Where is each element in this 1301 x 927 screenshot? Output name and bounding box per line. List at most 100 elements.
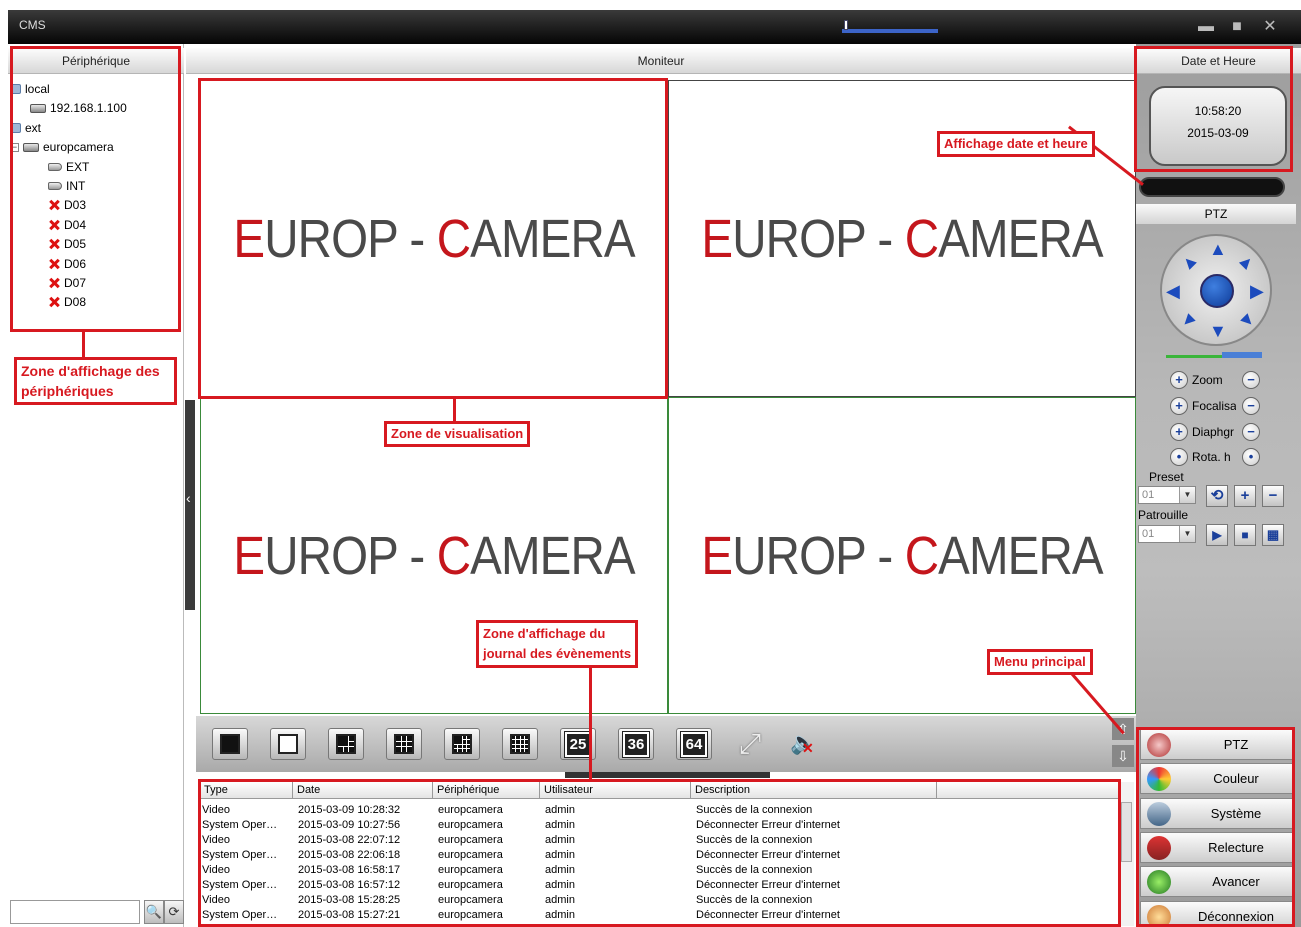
ptz-speed-slider[interactable] — [1166, 352, 1262, 358]
device-tree-item[interactable]: D05 — [48, 235, 86, 253]
device-tree-item[interactable]: D07 — [48, 274, 86, 292]
menu-systme-button[interactable]: Système — [1140, 797, 1295, 829]
menu-avancer-button[interactable]: Avancer — [1140, 866, 1295, 898]
dvr-icon — [23, 142, 39, 152]
scroll-down-icon[interactable]: ⇩ — [1112, 745, 1134, 767]
layout-6-button[interactable] — [328, 728, 364, 760]
collapse-icon[interactable]: ‹ — [186, 490, 191, 506]
device-tree-item[interactable]: − europcamera — [10, 138, 114, 156]
video-pane-2[interactable]: EUROP - CAMERA — [668, 80, 1136, 397]
volume-slider-handle[interactable] — [844, 20, 848, 30]
preset-add-icon[interactable]: + — [1234, 485, 1256, 507]
device-tree-item[interactable]: D03 — [48, 196, 86, 214]
rotation-left-icon[interactable]: • — [1170, 448, 1188, 466]
video-pane-1[interactable]: EUROP - CAMERA — [200, 80, 668, 397]
log-splitter[interactable] — [565, 772, 770, 778]
event-log-row[interactable]: Video 2015-03-08 22:07:12 europcamera admin… — [200, 833, 1118, 848]
zoom-out-icon[interactable]: − — [1242, 371, 1260, 389]
focus-in-icon[interactable]: + — [1170, 397, 1188, 415]
device-tree-item[interactable]: D08 — [48, 293, 86, 311]
ptz-up-icon[interactable]: ▲ — [1209, 240, 1227, 258]
device-tree-item[interactable]: EXT — [48, 158, 89, 176]
iris-open-icon[interactable]: + — [1170, 423, 1188, 441]
col-user[interactable]: Utilisateur — [539, 782, 593, 799]
logo-text-2: AMERA — [470, 525, 635, 586]
event-log-row[interactable]: System Oper… 2015-03-08 22:06:18 europcame… — [200, 848, 1118, 863]
maximize-icon[interactable]: ■ — [1226, 16, 1248, 38]
mute-icon[interactable]: 🔈 ✕ — [790, 730, 817, 756]
ptz-left-icon[interactable]: ◀ — [1166, 282, 1180, 300]
col-description[interactable]: Description — [690, 782, 750, 799]
patrol-select[interactable]: 01 ▼ — [1138, 525, 1196, 543]
col-type[interactable]: Type — [200, 782, 228, 799]
device-tree-item[interactable]: D04 — [48, 216, 86, 234]
ptz-down-left-icon[interactable]: ▼ — [1176, 307, 1203, 334]
rotation-right-icon[interactable]: • — [1242, 448, 1260, 466]
focus-out-icon[interactable]: − — [1242, 397, 1260, 415]
device-tree-item[interactable]: D06 — [48, 255, 86, 273]
collapse-tree-icon[interactable]: − — [10, 142, 19, 152]
minimize-icon[interactable]: ▬ — [1195, 16, 1217, 38]
col-extra — [936, 782, 941, 799]
ptz-up-right-icon[interactable]: ▲ — [1234, 249, 1261, 276]
event-log-row[interactable]: Video 2015-03-08 15:28:25 europcamera admin… — [200, 893, 1118, 908]
layout-36-button[interactable]: 36 — [618, 728, 654, 760]
device-tree-label: D08 — [64, 295, 87, 310]
patrol-grid-icon[interactable]: ▦ — [1262, 524, 1284, 546]
col-device[interactable]: Périphérique — [432, 782, 499, 799]
ptz-right-icon[interactable]: ▶ — [1250, 282, 1264, 300]
event-log-cell: 2015-03-08 15:28:25 — [298, 894, 401, 906]
ptz-down-icon[interactable]: ▼ — [1209, 322, 1227, 340]
ptz-icon — [1147, 733, 1171, 757]
rotation-label: Rota. h — [1192, 450, 1231, 464]
menu-dconnexion-button[interactable]: Déconnexion — [1140, 900, 1295, 927]
menu-couleur-button[interactable]: Couleur — [1140, 763, 1295, 795]
patrol-play-icon[interactable]: ▶ — [1206, 524, 1228, 546]
event-log-row[interactable]: System Oper… 2015-03-09 10:27:56 europcame… — [200, 818, 1118, 833]
iris-close-icon[interactable]: − — [1242, 423, 1260, 441]
close-icon[interactable]: ✕ — [1259, 16, 1281, 38]
event-log-cell: admin — [545, 864, 575, 876]
refresh-icon[interactable]: ⟳ — [164, 900, 184, 924]
preset-select[interactable]: 01 ▼ — [1138, 486, 1196, 504]
col-date[interactable]: Date — [292, 782, 320, 799]
search-icon[interactable]: 🔍 — [144, 900, 164, 924]
fullscreen-icon[interactable]: ⤢ — [732, 728, 768, 760]
device-tree-item[interactable]: ext — [10, 119, 41, 137]
event-log-row[interactable]: Video 2015-03-09 10:28:32 europcamera admin… — [200, 803, 1118, 818]
volume-slider[interactable] — [842, 25, 938, 33]
preset-remove-icon[interactable]: − — [1262, 485, 1284, 507]
ptz-direction-pad[interactable]: ▲ ▼ ◀ ▶ ▲ ▲ ▼ ▼ — [1160, 234, 1272, 346]
layout-1-button[interactable] — [212, 728, 248, 760]
device-tree-item[interactable]: INT — [48, 177, 85, 195]
menu-ptz-button[interactable]: PTZ — [1140, 729, 1295, 760]
ptz-header: PTZ — [1136, 204, 1296, 224]
layout-64-button[interactable]: 64 — [676, 728, 712, 760]
ptz-down-right-icon[interactable]: ▼ — [1234, 307, 1261, 334]
menu-relecture-button[interactable]: Relecture — [1140, 831, 1295, 863]
device-tree-item[interactable]: local — [10, 80, 50, 98]
ptz-up-left-icon[interactable]: ▲ — [1176, 249, 1203, 276]
event-log-row[interactable]: System Oper… 2015-03-08 15:27:21 europcame… — [200, 908, 1118, 923]
patrol-stop-icon[interactable]: ■ — [1234, 524, 1256, 546]
camera-offline-icon — [48, 199, 60, 211]
layout-16-button[interactable] — [502, 728, 538, 760]
layout-9-button[interactable] — [386, 728, 422, 760]
zoom-in-icon[interactable]: + — [1170, 371, 1188, 389]
layout-4-button[interactable] — [270, 728, 306, 760]
layout-13-button[interactable] — [444, 728, 480, 760]
event-log-scrollbar[interactable] — [1118, 782, 1134, 926]
panel-splitter[interactable]: ‹ — [185, 400, 195, 610]
annotation-line — [82, 332, 85, 358]
device-tree-label: EXT — [66, 159, 90, 174]
preset-call-icon[interactable]: ⟲ — [1206, 485, 1228, 507]
event-log-cell: europcamera — [438, 849, 503, 861]
ptz-center-button[interactable] — [1200, 274, 1234, 308]
device-tree-item[interactable]: 192.168.1.100 — [30, 99, 127, 117]
event-log-row[interactable]: Video 2015-03-08 16:58:17 europcamera admin… — [200, 863, 1118, 878]
event-log-cell: System Oper… — [202, 849, 278, 861]
event-log-row[interactable]: System Oper… 2015-03-08 16:57:12 europcame… — [200, 878, 1118, 893]
device-search-input[interactable] — [10, 900, 140, 924]
device-search: 🔍 ⟳ — [10, 900, 184, 924]
device-tree-label: INT — [66, 179, 86, 193]
